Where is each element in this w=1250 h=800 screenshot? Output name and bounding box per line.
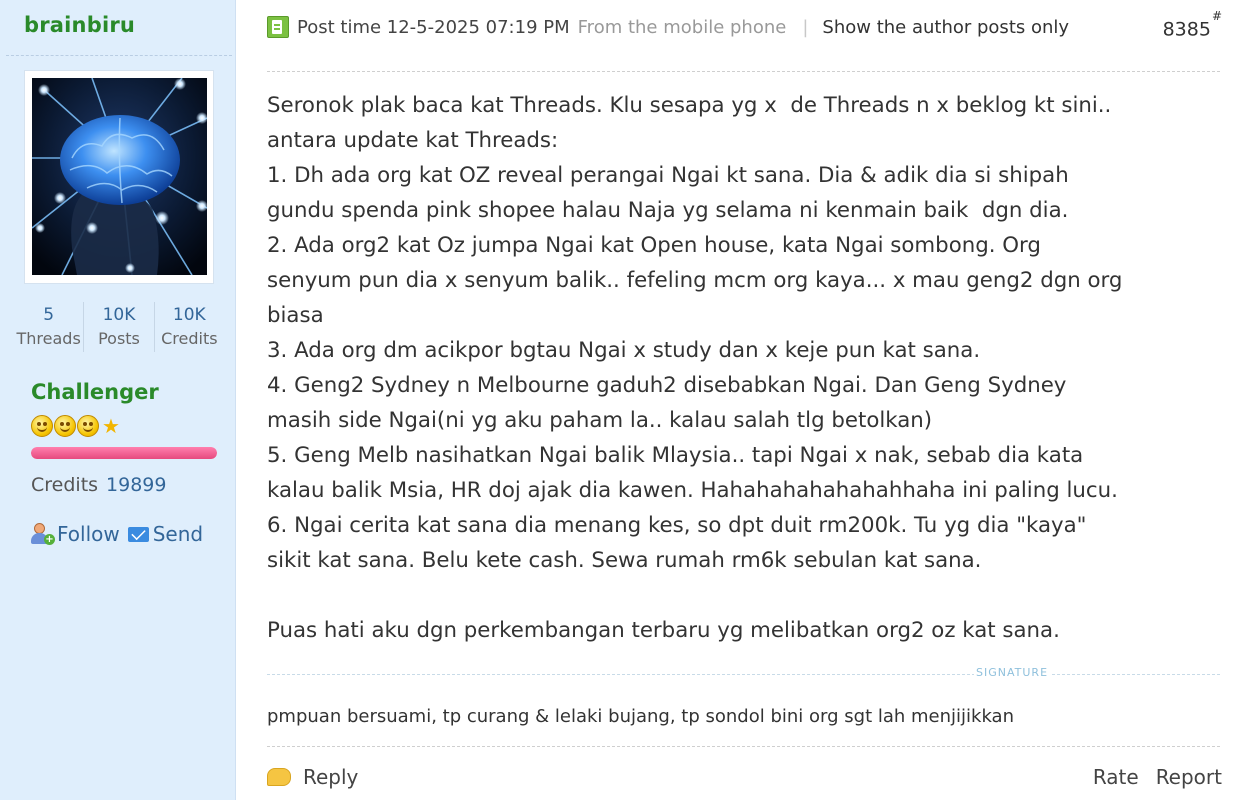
- reply-label: Reply: [303, 765, 359, 789]
- post-status-icon: [267, 16, 289, 38]
- stat-label: Posts: [98, 329, 140, 348]
- credits-value: 19899: [106, 474, 167, 496]
- post-body-line: [267, 578, 1227, 613]
- stat-credits[interactable]: 10K Credits: [153, 302, 224, 352]
- post-body-line: masih side Ngai(ni yg aku paham la.. kal…: [267, 408, 933, 433]
- post-body-line: antara update kat Threads:: [267, 128, 559, 153]
- star-icon: ★: [102, 414, 120, 438]
- post-body-line: Seronok plak baca kat Threads. Klu sesap…: [267, 93, 1112, 118]
- smiley-icon: [54, 415, 76, 437]
- floor-mark: #: [1211, 9, 1222, 24]
- post-footer: Reply Rate Report: [267, 760, 1222, 794]
- signature-divider: [267, 674, 1220, 675]
- follow-label: Follow: [57, 522, 120, 546]
- post-time: Post time 12-5-2025 07:19 PM: [297, 16, 570, 38]
- stat-threads[interactable]: 5 Threads: [14, 302, 83, 352]
- reply-button[interactable]: Reply: [267, 765, 358, 789]
- post-body-line: 5. Geng Melb nasihatkan Ngai balik Mlays…: [267, 443, 1084, 468]
- post-body-line: 1. Dh ada org kat OZ reveal perangai Nga…: [267, 163, 1069, 188]
- post-body-line: biasa: [267, 303, 324, 328]
- footer-divider: [267, 746, 1220, 747]
- signature-text: pmpuan bersuami, tp curang & lelaki buja…: [267, 706, 1014, 727]
- signature-label: SIGNATURE: [974, 666, 1051, 679]
- author-actions: + Follow Send: [31, 522, 203, 546]
- speech-bubble-icon: [267, 768, 291, 786]
- post-source: From the mobile phone: [577, 16, 787, 38]
- stat-posts[interactable]: 10K Posts: [83, 302, 153, 352]
- header-pipe-separator: |: [802, 16, 809, 38]
- report-button[interactable]: Report: [1156, 765, 1222, 789]
- stat-value: 5: [43, 305, 55, 325]
- follow-user-icon: +: [31, 522, 55, 546]
- avatar[interactable]: [24, 70, 214, 284]
- rank-icons: ★: [31, 414, 120, 438]
- smiley-icon: [77, 415, 99, 437]
- header-divider: [267, 71, 1220, 72]
- level-progress-fill: [31, 447, 217, 459]
- post-body-line: sikit kat sana. Belu kete cash. Sewa rum…: [267, 548, 982, 573]
- post-body-line: 4. Geng2 Sydney n Melbourne gaduh2 diseb…: [267, 373, 1067, 398]
- post-body-line: 3. Ada org dm acikpor bgtau Ngai x study…: [267, 338, 981, 363]
- show-author-only-link[interactable]: Show the author posts only: [822, 17, 1069, 38]
- smiley-icon: [31, 415, 53, 437]
- envelope-icon: [127, 526, 149, 542]
- floor-value: 8385: [1162, 18, 1211, 41]
- send-label: Send: [152, 522, 204, 546]
- stat-value: 10K: [102, 305, 136, 325]
- post-body-line: 2. Ada org2 kat Oz jumpa Ngai kat Open h…: [267, 233, 1041, 258]
- post-body-line: Puas hati aku dgn perkembangan terbaru y…: [267, 618, 1060, 643]
- post-body: Seronok plak baca kat Threads. Klu sesap…: [267, 88, 1227, 648]
- post-content: Post time 12-5-2025 07:19 PM From the mo…: [237, 0, 1250, 800]
- author-sidebar: brainbiru 5 Threads 10K Posts 10K Credit…: [0, 0, 236, 800]
- stat-value: 10K: [172, 305, 206, 325]
- send-message-button[interactable]: Send: [127, 522, 204, 546]
- credits-row: Credits 19899: [31, 474, 167, 496]
- rate-button[interactable]: Rate: [1093, 765, 1139, 789]
- post-body-line: kalau balik Msia, HR doj ajak dia kawen.…: [267, 478, 1118, 503]
- sidebar-divider: [6, 55, 232, 56]
- level-progress-bar: [31, 447, 217, 459]
- post-body-line: 6. Ngai cerita kat sana dia menang kes, …: [267, 513, 1087, 538]
- post-body-line: senyum pun dia x senyum balik.. fefeling…: [267, 268, 1123, 293]
- post-floor-number[interactable]: 8385#: [1162, 9, 1222, 41]
- post-header: Post time 12-5-2025 07:19 PM From the mo…: [267, 9, 1222, 42]
- post-body-line: gundu spenda pink shopee halau Naja yg s…: [267, 198, 1069, 223]
- stat-label: Credits: [161, 329, 218, 348]
- brain-avatar-image: [32, 78, 207, 275]
- author-stats: 5 Threads 10K Posts 10K Credits: [14, 302, 224, 352]
- author-username[interactable]: brainbiru: [24, 13, 135, 37]
- user-group-title[interactable]: Challenger: [31, 380, 159, 404]
- follow-button[interactable]: + Follow: [31, 522, 120, 546]
- stat-label: Threads: [16, 329, 81, 348]
- credits-label: Credits: [31, 474, 99, 496]
